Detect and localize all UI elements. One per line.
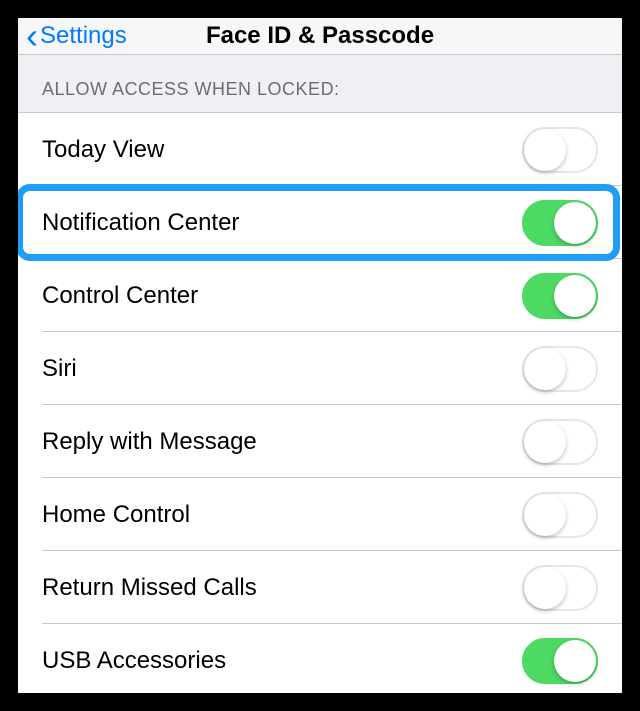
toggle-switch[interactable]: [522, 127, 598, 173]
toggle-switch[interactable]: [522, 638, 598, 684]
toggle-switch[interactable]: [522, 273, 598, 319]
toggle-switch[interactable]: [522, 346, 598, 392]
settings-list: Today View Notification Center Control Cen…: [18, 113, 622, 693]
page-title: Face ID & Passcode: [206, 22, 434, 50]
back-label: Settings: [40, 22, 127, 50]
section-header: ALLOW ACCESS WHEN LOCKED:: [18, 55, 622, 113]
list-item: Return Missed Calls: [18, 551, 622, 624]
toggle-knob: [554, 202, 596, 244]
chevron-left-icon: ‹: [26, 18, 38, 54]
toggle-switch[interactable]: [522, 492, 598, 538]
toggle-knob: [524, 348, 566, 390]
list-item: USB Accessories: [18, 624, 622, 693]
row-label: Home Control: [42, 501, 190, 529]
toggle-knob: [524, 567, 566, 609]
list-item: Notification Center: [18, 186, 622, 259]
settings-screen: ‹ Settings Face ID & Passcode ALLOW ACCE…: [18, 18, 622, 693]
toggle-knob: [524, 421, 566, 463]
nav-bar: ‹ Settings Face ID & Passcode: [18, 18, 622, 55]
list-item: Reply with Message: [18, 405, 622, 478]
back-button[interactable]: ‹ Settings: [18, 18, 127, 54]
row-label: Notification Center: [42, 209, 239, 237]
toggle-knob: [554, 640, 596, 682]
toggle-knob: [554, 275, 596, 317]
toggle-switch[interactable]: [522, 419, 598, 465]
row-label: USB Accessories: [42, 647, 226, 675]
toggle-switch[interactable]: [522, 200, 598, 246]
list-item: Siri: [18, 332, 622, 405]
row-label: Siri: [42, 355, 77, 383]
row-label: Reply with Message: [42, 428, 257, 456]
row-label: Return Missed Calls: [42, 574, 257, 602]
row-label: Today View: [42, 136, 164, 164]
toggle-knob: [524, 129, 566, 171]
row-label: Control Center: [42, 282, 198, 310]
list-item: Today View: [18, 113, 622, 186]
toggle-switch[interactable]: [522, 565, 598, 611]
toggle-knob: [524, 494, 566, 536]
list-item: Home Control: [18, 478, 622, 551]
list-item: Control Center: [18, 259, 622, 332]
